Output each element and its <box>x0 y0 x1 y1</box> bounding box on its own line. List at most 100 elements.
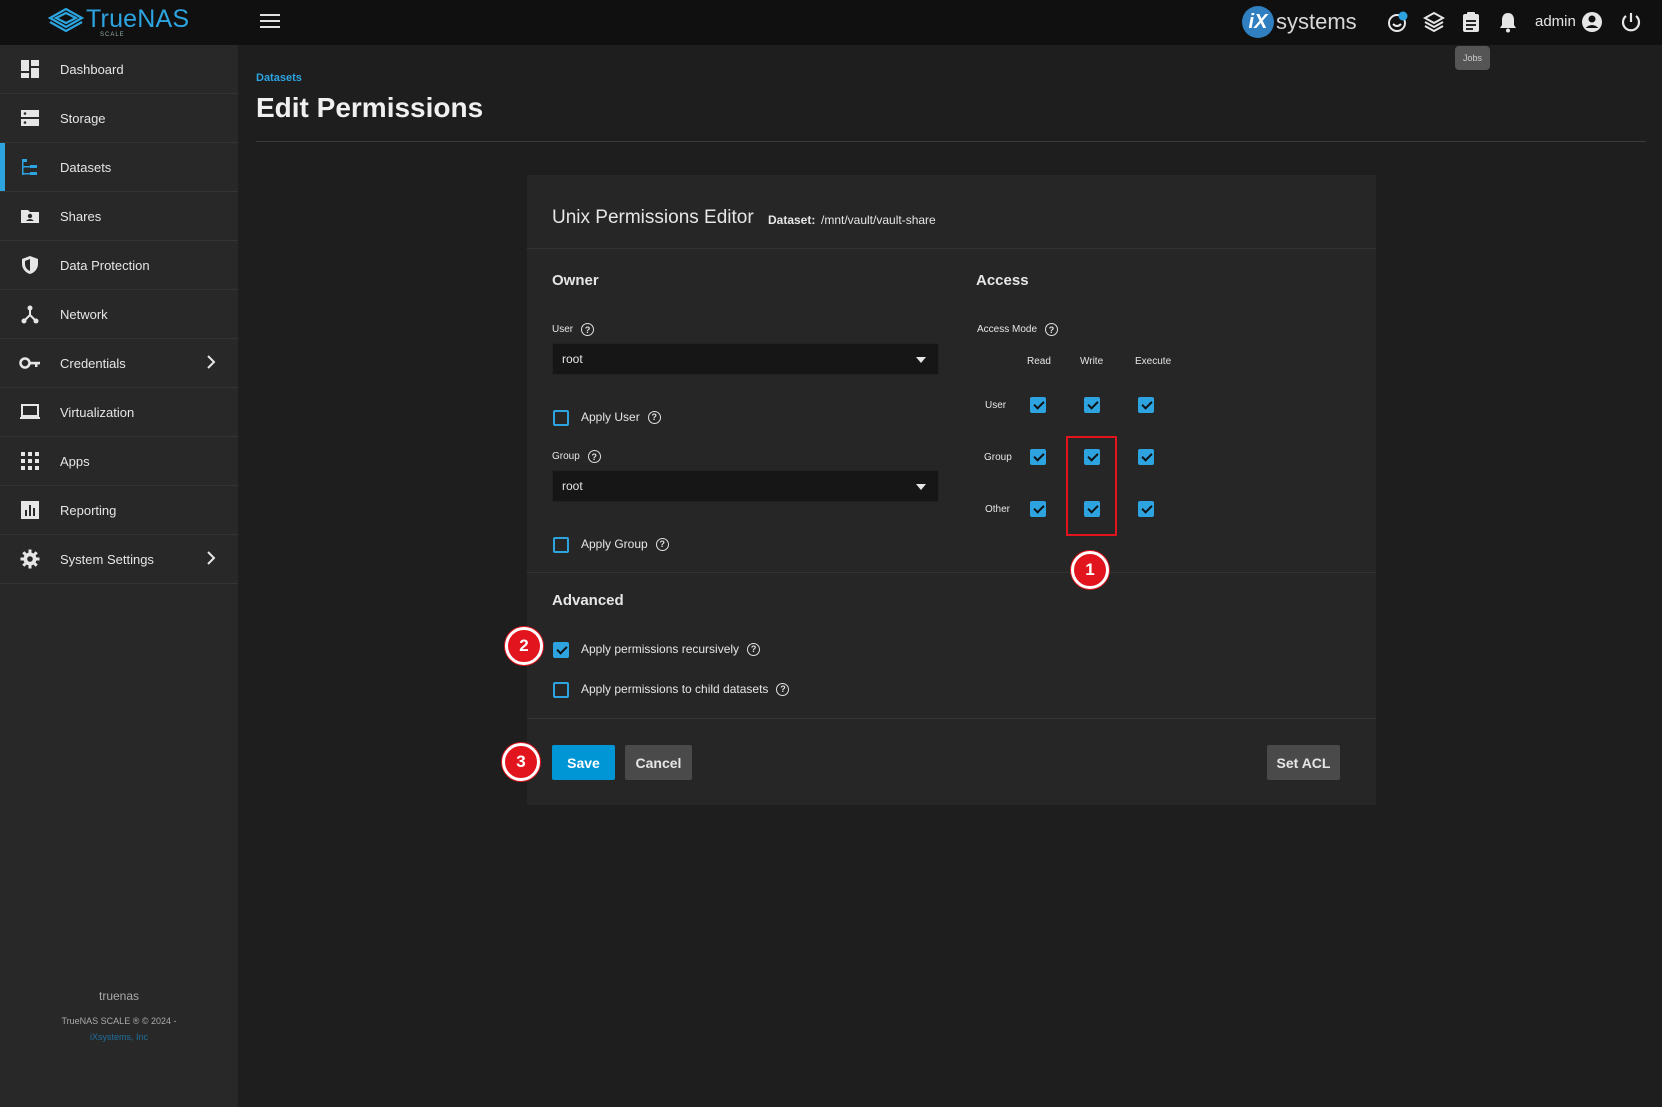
network-icon <box>19 303 41 325</box>
user-field-label: User ? <box>552 323 595 336</box>
row-other: Other <box>985 504 1011 515</box>
annotation-badge-1: 1 <box>1071 551 1109 589</box>
group-read-checkbox[interactable] <box>1030 449 1046 465</box>
sidebar-item-label: Shares <box>60 208 102 224</box>
group-field-label: Group ? <box>552 450 601 463</box>
user-name[interactable]: admin <box>1535 13 1576 30</box>
page-title: Edit Permissions <box>256 92 484 123</box>
access-section-title: Access <box>976 272 1029 289</box>
ix-text: systems <box>1276 9 1357 34</box>
card-header: Unix Permissions Editor Dataset: /mnt/va… <box>527 175 1376 249</box>
user-select-value: root <box>562 352 583 366</box>
caret-down-icon <box>916 484 926 490</box>
card-title: Unix Permissions Editor <box>552 207 754 228</box>
help-icon[interactable]: ? <box>647 410 661 424</box>
apps-grid-icon <box>19 450 41 472</box>
apply-group-field: Apply Group ? <box>581 537 669 551</box>
laptop-icon <box>19 401 41 423</box>
apply-group-label: Apply Group <box>581 537 648 551</box>
sidebar-item-network[interactable]: Network <box>0 290 238 339</box>
truenas-logo-icon <box>47 7 85 33</box>
sidebar-item-label: Credentials <box>60 355 126 371</box>
apply-group-checkbox[interactable] <box>553 537 569 553</box>
column-read: Read <box>1027 356 1051 367</box>
sidebar-item-label: Reporting <box>60 502 117 518</box>
gear-icon <box>19 548 41 570</box>
truecommand-icon[interactable] <box>1422 10 1446 34</box>
hostname: truenas <box>98 989 140 1003</box>
sidebar-item-label: Storage <box>60 110 106 126</box>
user-label-text: User <box>552 324 574 335</box>
shield-icon <box>19 254 41 276</box>
copyright: TrueNAS SCALE ® © 2024 - <box>61 1016 177 1026</box>
user-select[interactable]: root <box>552 343 939 375</box>
apply-recursively-label: Apply permissions recursively <box>581 642 740 656</box>
column-execute: Execute <box>1135 356 1172 367</box>
sidebar-item-label: Apps <box>60 453 90 469</box>
other-execute-checkbox[interactable] <box>1138 501 1154 517</box>
sidebar-item-shares[interactable]: Shares <box>0 192 238 241</box>
sidebar-item-dashboard[interactable]: Dashboard <box>0 45 238 94</box>
group-select[interactable]: root <box>552 470 939 502</box>
truenas-logo[interactable]: TrueNAS SCALE <box>46 4 189 38</box>
sidebar-item-label: Virtualization <box>60 404 135 420</box>
storage-icon <box>19 107 41 129</box>
sidebar-item-credentials[interactable]: Credentials <box>0 339 238 388</box>
power-icon[interactable] <box>1619 10 1643 34</box>
access-mode-text: Access Mode <box>977 324 1038 335</box>
apply-recursively-checkbox[interactable] <box>553 642 569 658</box>
apply-user-label: Apply User <box>581 410 640 424</box>
dashboard-icon <box>19 58 41 80</box>
help-icon[interactable]: ? <box>581 323 595 336</box>
sidebar-item-data-protection[interactable]: Data Protection <box>0 241 238 290</box>
sidebar-item-system-settings[interactable]: System Settings <box>0 535 238 584</box>
user-execute-checkbox[interactable] <box>1138 397 1154 413</box>
key-icon <box>19 352 41 374</box>
notifications-bell-icon[interactable] <box>1496 10 1520 34</box>
sidebar-item-datasets[interactable]: Datasets <box>0 143 238 192</box>
help-icon[interactable]: ? <box>747 642 761 656</box>
row-user: User <box>985 400 1007 411</box>
permissions-editor-card: Unix Permissions Editor Dataset: /mnt/va… <box>527 175 1376 805</box>
column-write: Write <box>1080 356 1104 367</box>
sidebar: Dashboard Storage Datasets Shares Data P… <box>0 45 238 1107</box>
jobs-clipboard-icon[interactable] <box>1459 10 1483 34</box>
annotation-badge-2: 2 <box>505 627 543 665</box>
header-divider <box>256 141 1646 142</box>
sidebar-item-apps[interactable]: Apps <box>0 437 238 486</box>
apply-user-field: Apply User ? <box>581 410 661 424</box>
shares-icon <box>19 205 41 227</box>
save-button[interactable]: Save <box>552 745 615 780</box>
actions-divider <box>527 718 1376 719</box>
vendor-link[interactable]: iXsystems, Inc <box>0 1032 238 1042</box>
help-icon[interactable]: ? <box>655 537 669 551</box>
chevron-right-icon <box>206 355 216 374</box>
apply-user-checkbox[interactable] <box>553 410 569 426</box>
section-divider <box>527 572 1376 573</box>
help-icon[interactable]: ? <box>1045 323 1059 336</box>
sidebar-item-storage[interactable]: Storage <box>0 94 238 143</box>
row-group: Group <box>984 452 1012 463</box>
account-circle-icon[interactable] <box>1580 10 1604 34</box>
chevron-right-icon <box>206 551 216 570</box>
menu-toggle-icon[interactable] <box>260 14 280 30</box>
caret-down-icon <box>916 357 926 363</box>
help-icon[interactable]: ? <box>587 450 601 463</box>
breadcrumb[interactable]: Datasets <box>256 72 302 84</box>
help-icon[interactable]: ? <box>776 682 790 696</box>
group-execute-checkbox[interactable] <box>1138 449 1154 465</box>
access-mode-label: Access Mode ? <box>977 323 1059 336</box>
logo-edition: SCALE <box>100 32 125 38</box>
user-write-checkbox[interactable] <box>1084 397 1100 413</box>
dataset-path: /mnt/vault/vault-share <box>821 213 936 227</box>
sidebar-item-reporting[interactable]: Reporting <box>0 486 238 535</box>
sidebar-item-virtualization[interactable]: Virtualization <box>0 388 238 437</box>
other-read-checkbox[interactable] <box>1030 501 1046 517</box>
user-read-checkbox[interactable] <box>1030 397 1046 413</box>
group-select-value: root <box>562 479 583 493</box>
feedback-icon[interactable] <box>1386 10 1410 34</box>
apply-child-datasets-checkbox[interactable] <box>553 682 569 698</box>
set-acl-button[interactable]: Set ACL <box>1267 745 1340 780</box>
cancel-button[interactable]: Cancel <box>625 745 692 780</box>
ixsystems-logo: iX systems <box>1242 6 1357 38</box>
